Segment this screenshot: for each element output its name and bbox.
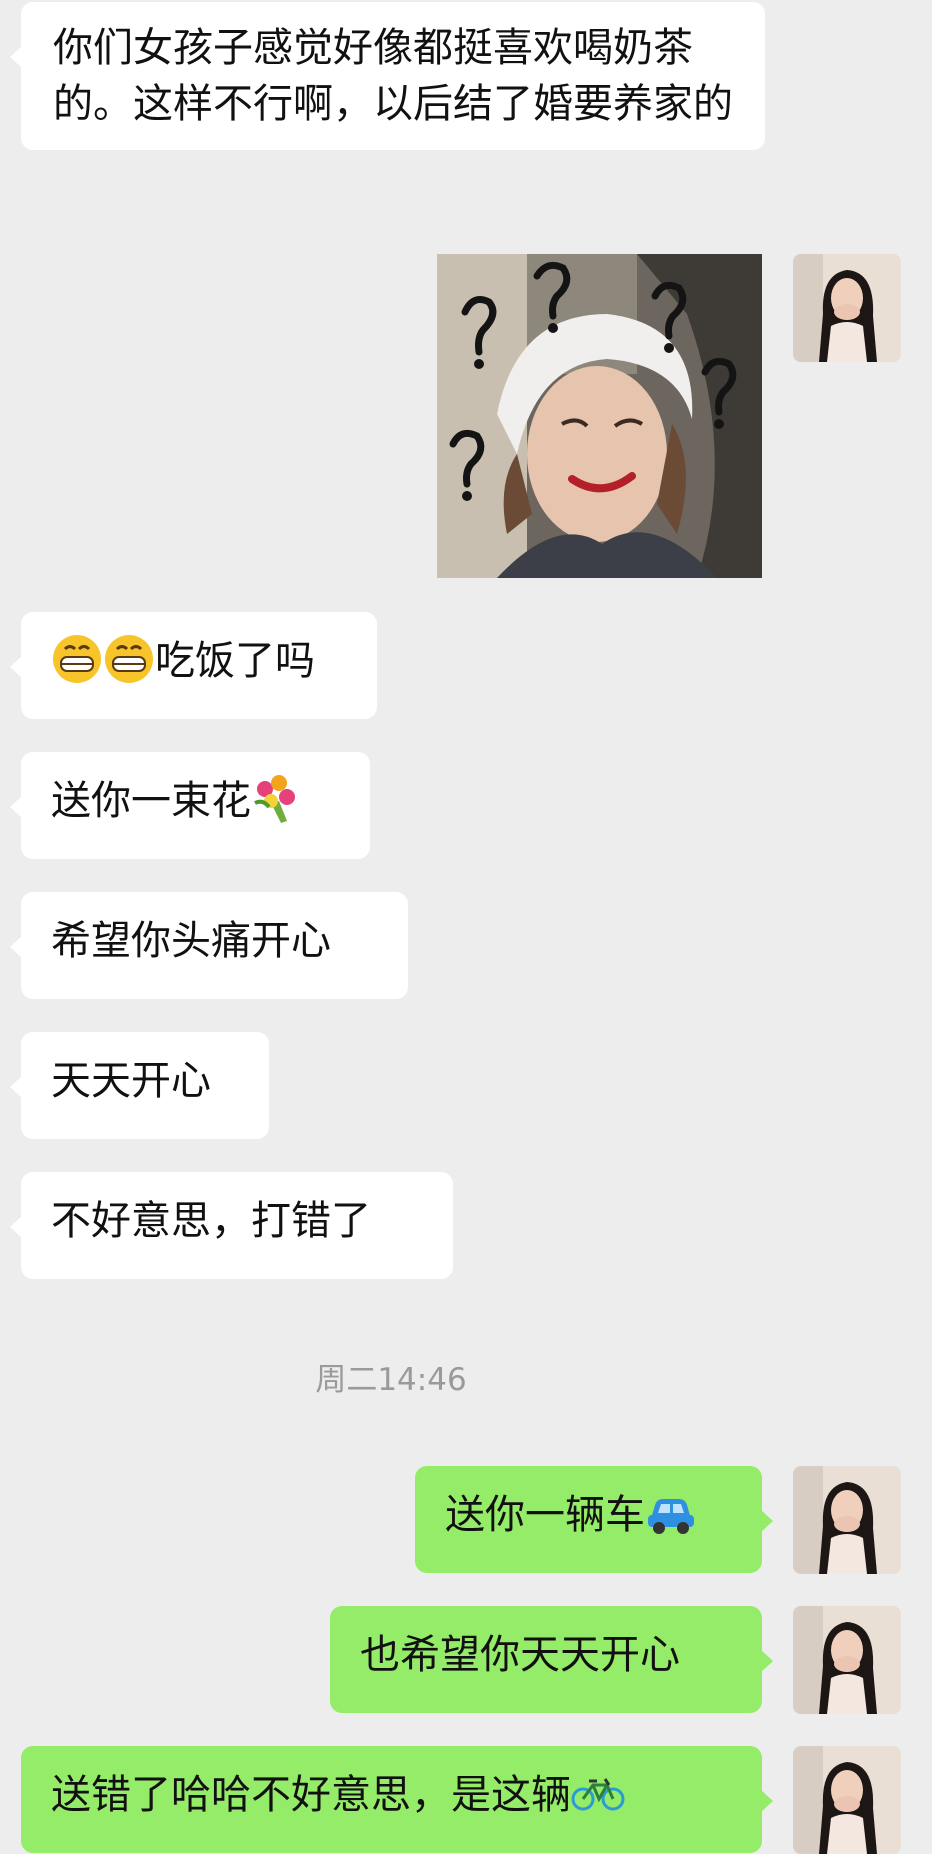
message-bubble-incoming[interactable]: 吃饭了吗 <box>10 612 377 719</box>
question-marks-sticker-icon <box>437 254 762 578</box>
avatar-icon <box>793 254 901 362</box>
message-text: 吃饭了吗 <box>155 638 315 684</box>
sticker-question-marks[interactable] <box>437 254 762 578</box>
avatar[interactable] <box>793 1606 901 1714</box>
avatar-icon <box>793 1466 901 1574</box>
message-bubble-outgoing[interactable]: 送错了哈哈不好意思，是这辆 <box>21 1746 773 1853</box>
message-text: 天天开心 <box>51 1058 211 1104</box>
timestamp: 周二14:46 <box>315 1362 467 1398</box>
message-bubble-incoming[interactable]: 不好意思，打错了 <box>10 1172 453 1279</box>
message-text: 也希望你天天开心 <box>360 1632 680 1678</box>
message-bubble-incoming[interactable]: 天天开心 <box>10 1032 269 1139</box>
message-bubble-incoming[interactable]: 你们女孩子感觉好像都挺喜欢喝奶茶的。这样不行啊，以后结了婚要养家的 <box>10 2 765 150</box>
message-text: 送你一束花 <box>51 778 251 824</box>
avatar[interactable] <box>793 1746 901 1854</box>
avatar[interactable] <box>793 1466 901 1574</box>
message-text: 你们女孩子感觉好像都挺喜欢喝奶茶的。这样不行啊，以后结了婚要养家的 <box>53 25 733 127</box>
bouquet-emoji-icon <box>251 773 299 825</box>
grinning-face-emoji-icon <box>51 633 103 685</box>
avatar-icon <box>793 1606 901 1714</box>
message-bubble-outgoing[interactable]: 也希望你天天开心 <box>330 1606 773 1713</box>
message-text: 不好意思，打错了 <box>51 1198 371 1244</box>
car-emoji-icon <box>645 1491 697 1535</box>
message-text: 送错了哈哈不好意思，是这辆 <box>51 1772 571 1818</box>
message-text: 希望你头痛开心 <box>51 918 331 964</box>
message-text: 送你一辆车 <box>445 1492 645 1538</box>
avatar-icon <box>793 1746 901 1854</box>
bicycle-emoji-icon <box>571 1773 625 1813</box>
message-bubble-incoming[interactable]: 希望你头痛开心 <box>10 892 408 999</box>
message-bubble-outgoing[interactable]: 送你一辆车 <box>415 1466 773 1573</box>
avatar[interactable] <box>793 254 901 362</box>
message-bubble-incoming[interactable]: 送你一束花 <box>10 752 370 859</box>
grinning-face-emoji-icon <box>103 633 155 685</box>
